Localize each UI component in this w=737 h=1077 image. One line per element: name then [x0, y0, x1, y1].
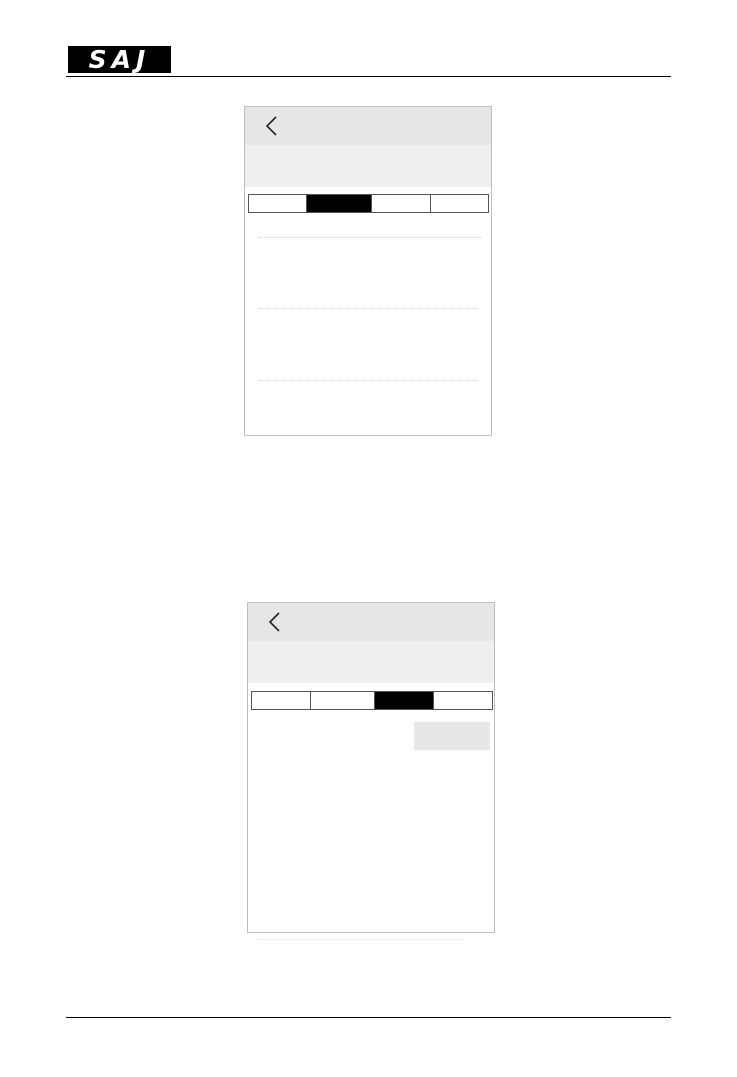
tab-3[interactable] [373, 692, 434, 709]
tab-1[interactable] [249, 195, 306, 212]
tab-2[interactable] [305, 195, 371, 212]
footer-rule [66, 1017, 671, 1018]
app-top-bar [248, 603, 494, 641]
app-title-bar [248, 641, 494, 683]
tab-3[interactable] [370, 195, 431, 212]
tab-4[interactable] [433, 692, 492, 709]
tab-1[interactable] [252, 692, 310, 709]
chevron-left-icon[interactable] [263, 115, 283, 137]
header-rule [66, 76, 671, 77]
app-top-bar [245, 107, 491, 145]
list-divider [259, 237, 481, 238]
list-divider [259, 308, 477, 309]
list-divider [259, 380, 477, 381]
app-screenshot-1 [244, 106, 492, 436]
saj-logo: SAJ [68, 45, 171, 74]
tab-bar [251, 691, 493, 710]
app-screenshot-2 [247, 602, 495, 933]
caption-line [256, 939, 466, 940]
tab-2[interactable] [309, 692, 374, 709]
chevron-left-icon[interactable] [266, 611, 286, 633]
action-button[interactable] [414, 722, 490, 750]
tab-bar [248, 194, 489, 213]
app-title-bar [245, 145, 491, 187]
tab-4[interactable] [430, 195, 488, 212]
